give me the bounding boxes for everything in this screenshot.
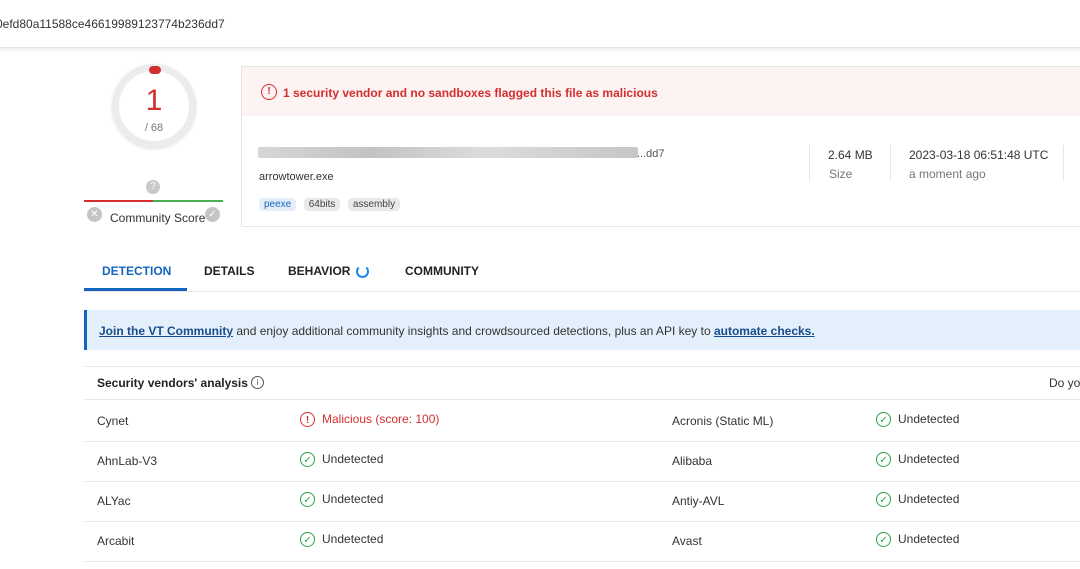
table-row: ALYac ✓ Undetected Antiy-AVL ✓ Undetected: [84, 481, 1080, 522]
file-hash[interactable]: 0efd80a11588ce46619989123774b236dd7: [0, 17, 225, 31]
vendor-result: ✓ Undetected: [876, 492, 960, 508]
file-tags: peexe 64bits assembly: [259, 194, 403, 212]
banner-text: Join the VT Community and enjoy addition…: [99, 324, 815, 338]
table-row: AhnLab-V3 ✓ Undetected Alibaba ✓ Undetecte…: [84, 441, 1080, 482]
vendor-result-text: Undetected: [322, 492, 384, 506]
community-banner: Join the VT Community and enjoy addition…: [84, 310, 1080, 350]
top-bar: 0efd80a11588ce46619989123774b236dd7: [0, 0, 1080, 48]
community-score-label: Community Score: [110, 211, 206, 225]
vendor-name: Avast: [672, 534, 702, 548]
vendor-result-text: Malicious (score: 100): [322, 412, 440, 426]
check-circle-icon: ✓: [300, 492, 315, 508]
vendor-result-text: Undetected: [898, 412, 960, 426]
downvote-icon[interactable]: ✕: [87, 207, 102, 222]
check-circle-icon: ✓: [300, 452, 315, 468]
join-community-link[interactable]: Join the VT Community: [99, 324, 233, 338]
detection-count: 1: [145, 84, 163, 117]
analysis-date-value: 2023-03-18 06:51:48 UTC: [909, 148, 1049, 162]
vendor-name: ALYac: [97, 494, 131, 508]
upvote-icon[interactable]: ✓: [205, 207, 220, 222]
check-circle-icon: ✓: [876, 412, 891, 428]
detection-total: / 68: [144, 122, 164, 134]
malicious-alert-bar: ! 1 security vendor and no sandboxes fla…: [242, 67, 1080, 116]
vendor-result-text: Undetected: [898, 492, 960, 506]
file-name: arrowtower.exe: [259, 171, 334, 183]
tag-assembly[interactable]: assembly: [347, 198, 401, 211]
question-icon: ?: [146, 180, 160, 194]
vendor-result: ✓ Undetected: [300, 452, 384, 468]
banner-middle-text: and enjoy additional community insights …: [233, 324, 714, 338]
vendor-result-text: Undetected: [898, 532, 960, 546]
vendor-result: ✓ Undetected: [876, 412, 960, 428]
vendor-result: ✓ Undetected: [300, 532, 384, 548]
tab-details[interactable]: DETAILS: [204, 264, 254, 278]
check-circle-icon: ✓: [876, 532, 891, 548]
vendor-name: Antiy-AVL: [672, 494, 725, 508]
vendor-name: Alibaba: [672, 454, 713, 468]
redacted-hash-bar: [258, 147, 638, 158]
vendor-name: AhnLab-V3: [97, 454, 158, 468]
score-indicator-dot: [149, 66, 161, 74]
vendors-header-right-text: Do yo: [1049, 376, 1080, 390]
vendor-name: Arcabit: [97, 534, 135, 548]
vendor-result-text: Undetected: [322, 452, 384, 466]
vendor-result: ✓ Undetected: [876, 452, 960, 468]
report-tabs: DETECTION DETAILS BEHAVIOR COMMUNITY: [84, 254, 1080, 292]
detection-score-widget: 1 / 68: [112, 64, 196, 148]
active-tab-indicator: [84, 288, 187, 291]
alert-circle-icon: !: [300, 412, 315, 428]
alert-circle-icon: !: [261, 84, 277, 100]
file-summary-panel: ! 1 security vendor and no sandboxes fla…: [241, 66, 1080, 227]
divider: [809, 145, 810, 181]
check-circle-icon: ✓: [876, 492, 891, 508]
vendors-table-header: Security vendors' analysis i Do yo: [84, 366, 1080, 400]
tab-community[interactable]: COMMUNITY: [405, 264, 479, 278]
tab-detection[interactable]: DETECTION: [102, 264, 171, 278]
vendor-result-text: Undetected: [898, 452, 960, 466]
loading-spinner-icon: [356, 265, 369, 278]
community-score-bar-positive: [153, 200, 223, 202]
check-circle-icon: ✓: [876, 452, 891, 468]
vendor-result-text: Undetected: [322, 532, 384, 546]
vendor-result: ✓ Undetected: [300, 492, 384, 508]
table-row: Arcabit ✓ Undetected Avast ✓ Undetected: [84, 521, 1080, 562]
community-score-bar-negative: [84, 200, 153, 202]
file-size-label: Size: [829, 167, 853, 181]
vendor-result: ✓ Undetected: [876, 532, 960, 548]
info-icon[interactable]: i: [251, 376, 264, 389]
tab-behavior[interactable]: BEHAVIOR: [288, 264, 350, 278]
check-circle-icon: ✓: [300, 532, 315, 548]
tag-64bits[interactable]: 64bits: [303, 198, 341, 211]
vendor-result: ! Malicious (score: 100): [300, 412, 440, 428]
file-hash-tail: ...dd7: [637, 148, 665, 160]
divider: [1063, 145, 1064, 181]
automate-checks-link[interactable]: automate checks.: [714, 324, 815, 338]
vendor-name: Cynet: [97, 414, 129, 428]
analysis-date-label: a moment ago: [909, 167, 986, 181]
file-size-value: 2.64 MB: [828, 148, 873, 162]
tag-peexe[interactable]: peexe: [259, 198, 297, 211]
vendor-name: Acronis (Static ML): [672, 414, 774, 428]
divider: [890, 145, 891, 181]
alert-text: 1 security vendor and no sandboxes flagg…: [283, 86, 658, 100]
vendors-title: Security vendors' analysis: [97, 376, 248, 390]
table-row: Cynet ! Malicious (score: 100) Acronis (S…: [84, 401, 1080, 442]
